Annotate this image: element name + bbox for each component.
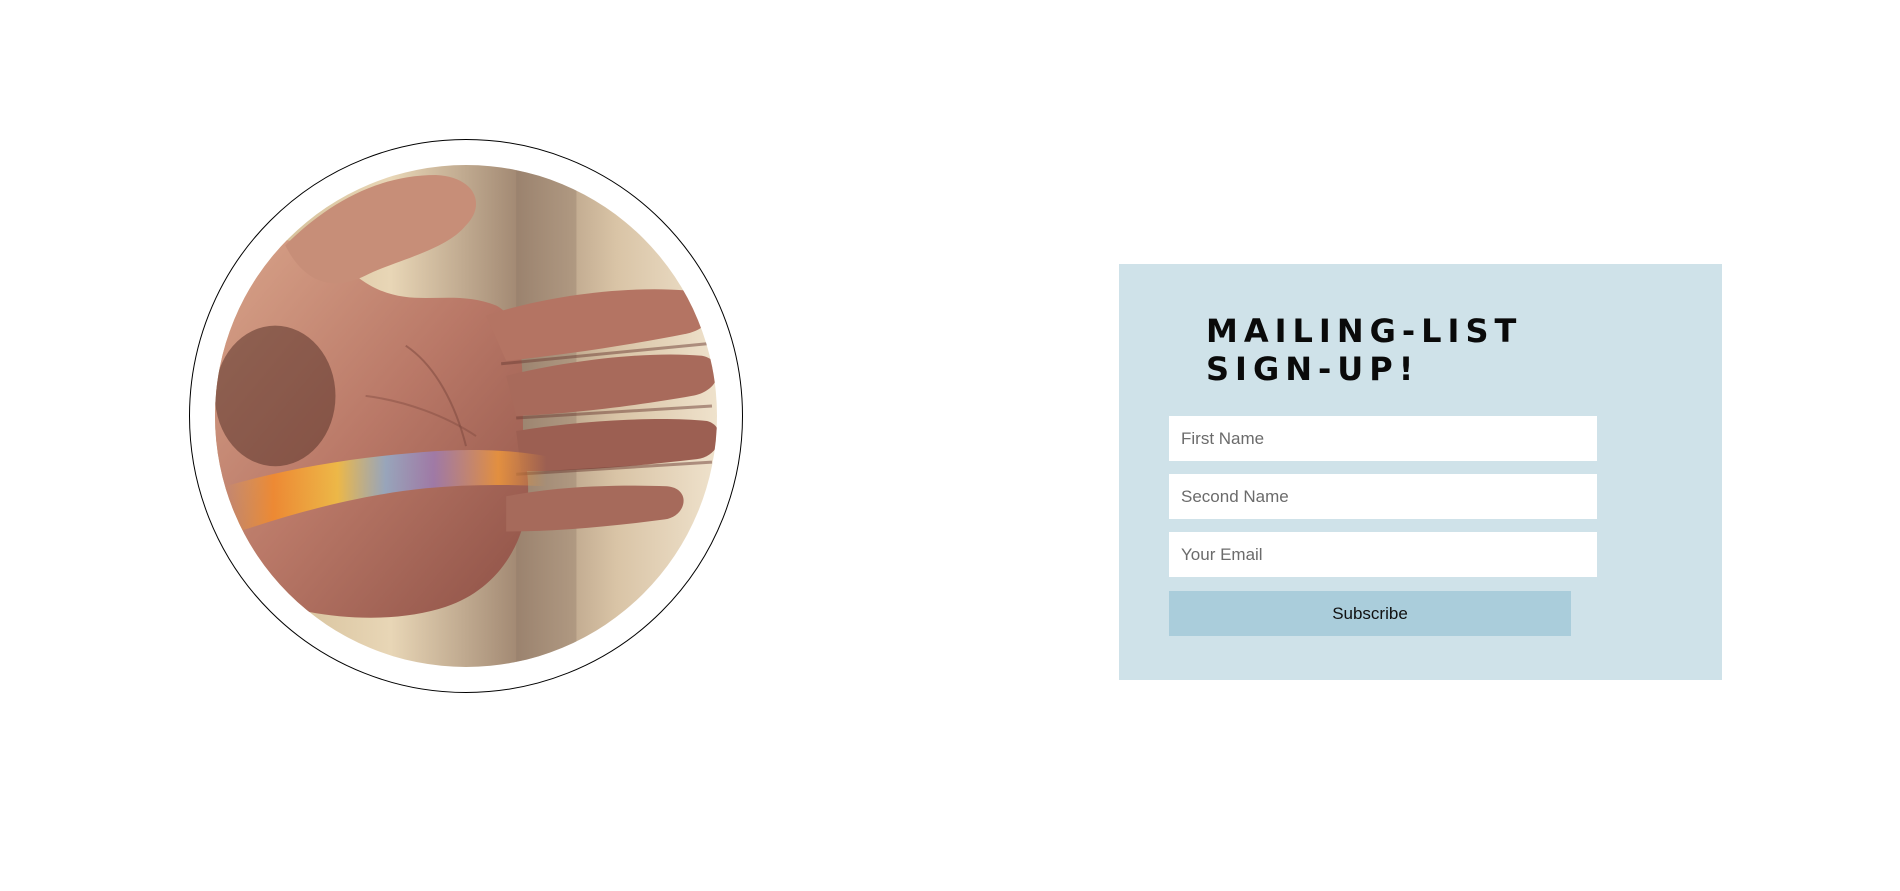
hand-illustration [215, 165, 717, 667]
hero-hand-image [215, 165, 717, 667]
email-input[interactable] [1169, 532, 1597, 577]
first-name-input[interactable] [1169, 416, 1597, 461]
subscribe-button[interactable]: Subscribe [1169, 591, 1571, 636]
signup-title: Mailing-List Sign-Up! [1206, 312, 1523, 388]
mailing-list-signup-form: Mailing-List Sign-Up! Subscribe [1119, 264, 1722, 680]
page: Mailing-List Sign-Up! Subscribe [0, 0, 1900, 891]
second-name-input[interactable] [1169, 474, 1597, 519]
